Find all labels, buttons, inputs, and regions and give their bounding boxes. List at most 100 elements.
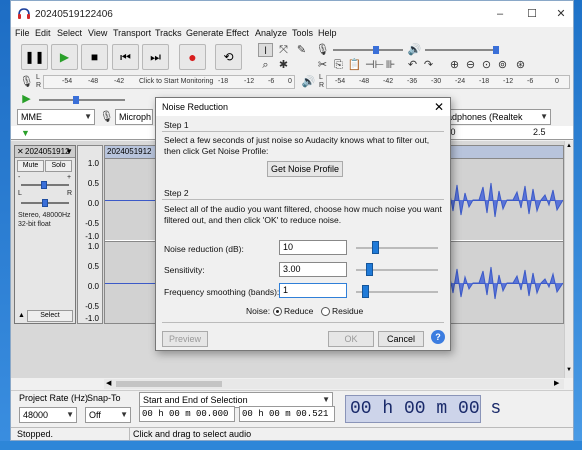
horizontal-scroll-thumb[interactable] [116,381,222,387]
play-speed-slider[interactable] [39,96,125,104]
skip-end-button[interactable]: ⏭ [142,44,169,70]
recording-device-select[interactable]: Microph [115,109,153,125]
record-volume-slider[interactable] [333,46,403,54]
noise-reduction-db-label: Noise reduction (dB): [164,244,244,254]
maximize-button[interactable]: ☐ [524,6,540,22]
scroll-left-icon[interactable]: ◀ [106,379,111,387]
selection-mode-value: Start and End of Selection [143,395,248,405]
zoom-in-icon[interactable]: ⊕ [447,58,462,72]
vertical-amplitude-ruler[interactable]: 1.0 0.5 0.0 -0.5 -1.0 1.0 0.5 0.0 -0.5 -… [77,145,103,324]
selection-end-time[interactable]: 00 h 00 m 00.521 s [239,406,335,422]
close-window-button[interactable]: ✕ [553,6,569,22]
play-meter-tick: -30 [431,78,442,85]
noise-reduction-db-thumb[interactable] [372,241,379,254]
noise-output-label: Noise: [246,306,271,316]
close-track-icon[interactable]: ✕ [17,146,24,157]
silence-icon[interactable]: ⊪ [383,58,398,72]
sensitivity-slider[interactable] [356,263,438,276]
record-meter[interactable]: -54 -48 -42 Click to Start Monitoring -1… [43,75,295,89]
multi-tool-icon[interactable]: ✱ [276,58,291,72]
playback-device-select[interactable]: adphones (Realtek ▼ [443,109,551,125]
audio-host-select[interactable]: MME ▼ [17,109,95,125]
record-volume-thumb[interactable] [373,46,379,54]
menu-analyze[interactable]: Analyze [255,28,287,38]
step2-divider [162,199,444,200]
record-meter-right-label: R [36,82,42,89]
click-to-start-monitoring[interactable]: Click to Start Monitoring [139,78,213,85]
pan-slider[interactable] [21,199,69,207]
scroll-right-icon[interactable]: ▶ [554,379,559,387]
play-at-speed-icon[interactable]: ▶ [19,92,34,106]
help-icon[interactable]: ? [431,330,445,344]
play-meter-left-label: L [319,74,323,81]
residue-radio[interactable] [321,307,330,316]
copy-icon[interactable]: ⎘ [331,58,346,72]
get-noise-profile-button[interactable]: Get Noise Profile [267,161,343,177]
dialog-close-button[interactable]: ✕ [432,100,446,114]
zoom-selection-icon[interactable]: ⊙ [479,58,494,72]
scroll-up-icon[interactable]: ▲ [566,143,572,149]
redo-icon[interactable]: ↷ [421,58,436,72]
menu-generate[interactable]: Generate [186,28,224,38]
skip-start-button[interactable]: ⏮ [112,44,139,70]
sensitivity-thumb[interactable] [366,263,373,276]
play-meter[interactable]: -54 -48 -42 -36 -30 -24 -18 -12 -6 0 [326,75,570,89]
reduce-radio[interactable] [273,307,282,316]
play-meter-speaker-icon[interactable]: 🔊 [301,75,316,89]
menu-edit[interactable]: Edit [35,28,51,38]
recording-device-mic-icon: 🎙 [99,111,114,123]
zoom-fit-icon[interactable]: ⊚ [495,58,510,72]
select-track-button[interactable]: Select [27,310,73,322]
horizontal-scrollbar[interactable]: ◀ ▶ [104,379,564,389]
audio-position-display[interactable]: 00 h 00 m 00 s [345,395,501,423]
cancel-button[interactable]: Cancel [378,331,424,347]
loop-button[interactable]: ⟲ [215,44,242,70]
noise-reduction-db-input[interactable]: 10 [279,240,347,255]
collapse-track-icon[interactable]: ▲ [18,312,25,319]
menu-tracks[interactable]: Tracks [155,28,182,38]
ok-button[interactable]: OK [328,331,374,347]
selection-toolbar: Project Rate (Hz) 48000 ▼ Snap-To Off ▼ St… [11,390,573,426]
menu-view[interactable]: View [88,28,107,38]
selection-tool-icon[interactable]: I [258,43,273,57]
frequency-smoothing-input[interactable]: 1 [279,283,347,298]
reduce-radio-label[interactable]: Reduce [284,306,313,317]
pause-button[interactable]: ❚❚ [21,44,48,70]
gain-slider[interactable] [21,181,69,189]
vertical-scrollbar[interactable]: ▲ ▼ [564,141,573,378]
sensitivity-input[interactable]: 3.00 [279,262,347,277]
frequency-smoothing-thumb[interactable] [362,285,369,298]
menu-tools[interactable]: Tools [292,28,313,38]
draw-tool-icon[interactable]: ✎ [294,43,309,57]
playback-volume-slider[interactable] [425,46,499,54]
trim-icon[interactable]: ⊣⊢ [365,58,384,72]
envelope-tool-icon[interactable]: ⤧ [276,43,291,57]
project-rate-select[interactable]: 48000 ▼ [19,407,77,423]
menu-help[interactable]: Help [318,28,337,38]
undo-icon[interactable]: ↶ [405,58,420,72]
menu-transport[interactable]: Transport [113,28,151,38]
solo-button[interactable]: Solo [45,160,72,172]
zoom-toggle-icon[interactable]: ⊛ [513,58,528,72]
minimize-button[interactable]: – [492,6,508,22]
selection-start-time[interactable]: 00 h 00 m 00.000 s [139,406,235,422]
stop-button[interactable]: ■ [81,44,108,70]
menu-effect[interactable]: Effect [226,28,249,38]
record-button[interactable]: ● [179,44,206,70]
zoom-out-icon[interactable]: ⊖ [463,58,478,72]
preview-button[interactable]: Preview [162,331,208,347]
menu-select[interactable]: Select [57,28,82,38]
track-name-menu[interactable]: ✕ 2024051912 ▼ [15,146,75,158]
record-meter-mic-icon[interactable]: 🎙 [19,75,34,89]
snap-to-select[interactable]: Off ▼ [85,407,131,423]
residue-radio-label[interactable]: Residue [332,306,363,317]
frequency-smoothing-slider[interactable] [356,285,438,298]
cut-icon[interactable]: ✂ [315,58,330,72]
paste-icon[interactable]: 📋 [347,58,362,72]
noise-reduction-db-slider[interactable] [356,241,438,254]
zoom-tool-icon[interactable]: ⌕ [258,58,273,72]
scroll-down-icon[interactable]: ▼ [566,367,572,373]
menu-file[interactable]: File [15,28,30,38]
play-button[interactable]: ▶ [51,44,78,70]
mute-button[interactable]: Mute [17,160,44,172]
